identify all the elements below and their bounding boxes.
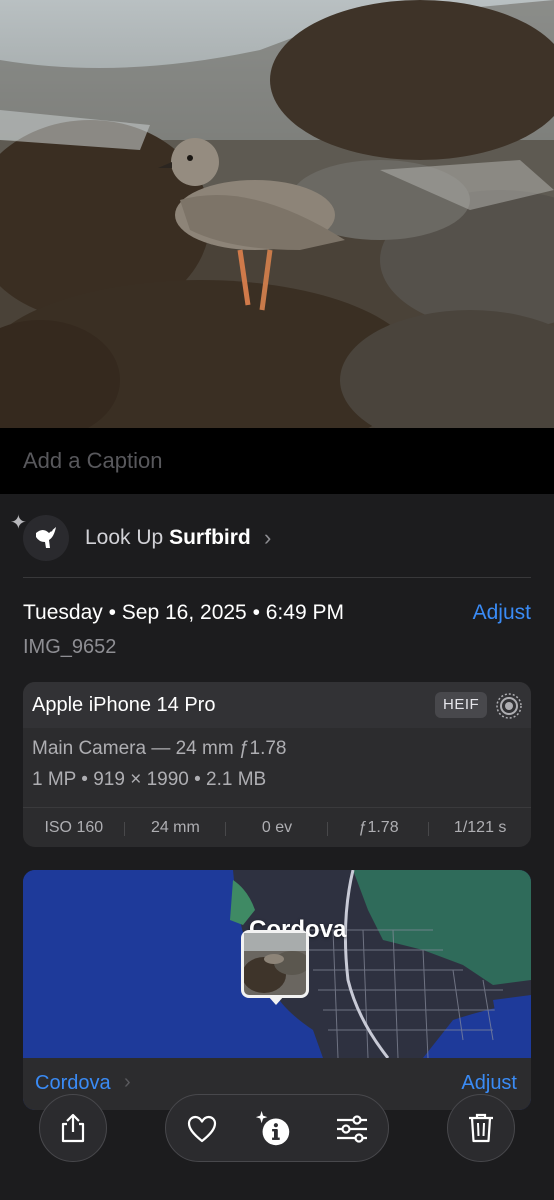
lookup-label[interactable]: Look Up Surfbird bbox=[85, 526, 251, 550]
lookup-row[interactable] bbox=[0, 494, 554, 578]
info-sparkle-icon bbox=[255, 1110, 290, 1146]
date-time: Tuesday • Sep 16, 2025 • 6:49 PM bbox=[23, 601, 344, 624]
sliders-icon bbox=[337, 1115, 367, 1143]
info-button[interactable] bbox=[254, 1109, 294, 1149]
exif-exposure-bias: 0 ev bbox=[226, 819, 328, 837]
camera-info-card: Apple iPhone 14 Pro HEIF Main Camera — 2… bbox=[23, 682, 531, 847]
map-card[interactable]: Cordova Cordova › Adjust bbox=[23, 870, 531, 1110]
exif-focal-length: 24 mm bbox=[125, 819, 227, 837]
chevron-right-icon: › bbox=[124, 1071, 131, 1093]
exif-iso: ISO 160 bbox=[23, 819, 125, 837]
lookup-subject: Surfbird bbox=[169, 526, 251, 549]
bird-icon bbox=[23, 515, 69, 561]
exif-row: ISO 160 24 mm 0 ev ƒ1.78 1/121 s bbox=[23, 808, 531, 847]
lens-info: Main Camera — 24 mm ƒ1.78 bbox=[32, 738, 287, 759]
device-name: Apple iPhone 14 Pro bbox=[32, 694, 216, 716]
image-specs: 1 MP • 919 × 1990 • 2.1 MB bbox=[32, 769, 267, 790]
trash-icon bbox=[469, 1113, 493, 1143]
photo-view[interactable] bbox=[0, 0, 554, 428]
share-button[interactable] bbox=[39, 1094, 107, 1162]
filename: IMG_9652 bbox=[23, 636, 117, 658]
delete-button[interactable] bbox=[447, 1094, 515, 1162]
chevron-right-icon: › bbox=[264, 525, 272, 550]
exif-aperture: ƒ1.78 bbox=[328, 819, 430, 837]
caption-bar[interactable]: Add a Caption bbox=[0, 428, 554, 494]
pin-tail bbox=[268, 996, 284, 1005]
favorite-button[interactable] bbox=[182, 1109, 222, 1149]
divider bbox=[23, 577, 531, 578]
action-pill bbox=[165, 1094, 389, 1162]
heart-icon bbox=[187, 1115, 217, 1143]
location-link[interactable]: Cordova bbox=[35, 1072, 111, 1095]
adjust-date-button[interactable]: Adjust bbox=[473, 601, 531, 625]
adjust-location-button[interactable]: Adjust bbox=[461, 1072, 517, 1095]
share-icon bbox=[61, 1113, 85, 1143]
exif-shutter-speed: 1/121 s bbox=[453, 818, 507, 836]
photo-location-pin[interactable] bbox=[241, 930, 310, 998]
bird-photo bbox=[0, 0, 554, 428]
edit-button[interactable] bbox=[332, 1109, 372, 1149]
format-badge: HEIF bbox=[435, 692, 488, 718]
lookup-prefix: Look Up bbox=[85, 526, 164, 549]
camera-card-header: Apple iPhone 14 Pro HEIF bbox=[23, 682, 531, 728]
live-photo-icon[interactable] bbox=[495, 692, 523, 725]
caption-input[interactable]: Add a Caption bbox=[23, 448, 162, 474]
